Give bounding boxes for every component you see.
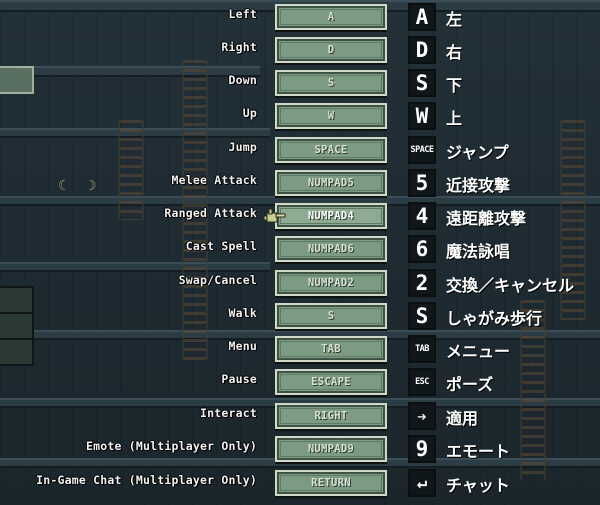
key-binding-label: NUMPAD6 xyxy=(307,243,355,255)
japanese-label: 上 xyxy=(446,109,463,128)
key-binding-label: D xyxy=(327,44,335,56)
japanese-label: 適用 xyxy=(446,409,479,428)
control-row-up: Up W W 上 xyxy=(0,101,600,131)
key-binding-label: SPACE xyxy=(314,144,348,156)
key-binding-button[interactable]: D xyxy=(275,37,387,63)
key-binding-button[interactable]: SPACE xyxy=(275,137,387,163)
key-glyph-icon: TAB xyxy=(408,335,436,363)
japanese-label: 下 xyxy=(446,76,463,95)
key-binding-button[interactable]: S xyxy=(275,303,387,329)
key-glyph-icon: W xyxy=(408,102,436,130)
control-row-emote: Emote (Multiplayer Only) NUMPAD9 9 エモート xyxy=(0,434,600,464)
action-label: Emote (Multiplayer Only) xyxy=(86,439,257,453)
action-label: Menu xyxy=(228,339,257,353)
key-binding-button[interactable]: NUMPAD6 xyxy=(275,236,387,262)
japanese-label: 右 xyxy=(446,43,463,62)
pointer-hand-icon xyxy=(264,208,286,223)
japanese-label: エモート xyxy=(446,442,511,461)
action-label: Up xyxy=(242,106,257,120)
controls-list: Left A A 左 Right D D 右 Down S S 下 Up W W… xyxy=(0,0,600,505)
control-row-right: Right D D 右 xyxy=(0,35,600,65)
key-binding-label: S xyxy=(327,310,335,322)
key-glyph-icon: 5 xyxy=(408,169,436,197)
action-label: Walk xyxy=(228,306,257,320)
key-binding-button[interactable]: ESCAPE xyxy=(275,369,387,395)
action-label: Interact xyxy=(200,406,257,420)
japanese-label: 交換／キャンセル xyxy=(446,276,575,295)
control-row-menu: Menu TAB TAB メニュー xyxy=(0,334,600,364)
key-binding-label: TAB xyxy=(321,343,341,355)
japanese-label: メニュー xyxy=(446,342,511,361)
key-glyph-icon: 9 xyxy=(408,435,436,463)
key-binding-label: RIGHT xyxy=(314,410,348,422)
arrow-right-icon: ➔ xyxy=(408,402,436,430)
key-glyph-icon: SPACE xyxy=(408,136,436,164)
control-row-walk: Walk S S しゃがみ歩行 xyxy=(0,301,600,331)
key-binding-label: RETURN xyxy=(311,477,351,489)
key-glyph-icon: ESC xyxy=(408,368,436,396)
key-binding-button[interactable]: NUMPAD9 xyxy=(275,436,387,462)
key-binding-label: NUMPAD5 xyxy=(307,177,355,189)
key-binding-button[interactable]: NUMPAD2 xyxy=(275,270,387,296)
japanese-label: 魔法詠唱 xyxy=(446,242,511,261)
action-label: Ranged Attack xyxy=(164,206,257,220)
key-binding-label: NUMPAD9 xyxy=(307,443,355,455)
japanese-label: ポーズ xyxy=(446,375,494,394)
key-glyph-icon: 4 xyxy=(408,202,436,230)
control-row-jump: Jump SPACE SPACE ジャンプ xyxy=(0,135,600,165)
japanese-label: ジャンプ xyxy=(446,143,509,162)
key-binding-button[interactable]: TAB xyxy=(275,336,387,362)
action-label: Down xyxy=(228,73,257,87)
key-glyph-icon: 2 xyxy=(408,269,436,297)
japanese-label: 遠距離攻撃 xyxy=(446,209,527,228)
return-key-icon: ↵ xyxy=(408,469,436,497)
control-row-down: Down S S 下 xyxy=(0,68,600,98)
action-label: Jump xyxy=(228,140,257,154)
key-binding-label: ESCAPE xyxy=(311,376,351,388)
control-row-cast-spell: Cast Spell NUMPAD6 6 魔法詠唱 xyxy=(0,234,600,264)
key-binding-button[interactable]: NUMPAD5 xyxy=(275,170,387,196)
control-row-in-game-chat: In-Game Chat (Multiplayer Only) RETURN ↵… xyxy=(0,468,600,498)
action-label: Swap/Cancel xyxy=(178,273,257,287)
key-glyph-icon: S xyxy=(408,302,436,330)
key-glyph-icon: 6 xyxy=(408,235,436,263)
japanese-label: 左 xyxy=(446,10,463,29)
key-binding-button[interactable]: RETURN xyxy=(275,470,387,496)
control-row-swap-cancel: Swap/Cancel NUMPAD2 2 交換／キャンセル xyxy=(0,268,600,298)
key-binding-button[interactable]: RIGHT xyxy=(275,403,387,429)
key-binding-button[interactable]: S xyxy=(275,70,387,96)
key-binding-button[interactable]: NUMPAD4 xyxy=(275,203,387,229)
action-label: Melee Attack xyxy=(171,173,257,187)
action-label: Right xyxy=(221,40,257,54)
key-binding-label: NUMPAD4 xyxy=(307,210,355,222)
japanese-label: チャット xyxy=(446,476,510,495)
key-glyph-icon: A xyxy=(408,3,436,31)
key-binding-label: A xyxy=(327,11,335,23)
key-binding-label: S xyxy=(327,77,335,89)
action-label: Pause xyxy=(221,372,257,386)
key-binding-button[interactable]: W xyxy=(275,103,387,129)
control-row-left: Left A A 左 xyxy=(0,2,600,32)
japanese-label: 近接攻撃 xyxy=(446,176,511,195)
key-binding-label: W xyxy=(327,110,335,122)
control-row-interact: Interact RIGHT ➔ 適用 xyxy=(0,401,600,431)
japanese-label: しゃがみ歩行 xyxy=(446,309,543,328)
key-glyph-icon: S xyxy=(408,69,436,97)
action-label: In-Game Chat (Multiplayer Only) xyxy=(36,473,257,487)
action-label: Left xyxy=(228,7,257,21)
control-row-ranged-attack: Ranged Attack NUMPAD4 4 遠距離攻撃 xyxy=(0,201,600,231)
key-binding-button[interactable]: A xyxy=(275,4,387,30)
key-glyph-icon: D xyxy=(408,36,436,64)
control-row-melee-attack: Melee Attack NUMPAD5 5 近接攻撃 xyxy=(0,168,600,198)
action-label: Cast Spell xyxy=(185,239,257,253)
control-row-pause: Pause ESCAPE ESC ポーズ xyxy=(0,367,600,397)
key-binding-label: NUMPAD2 xyxy=(307,277,355,289)
